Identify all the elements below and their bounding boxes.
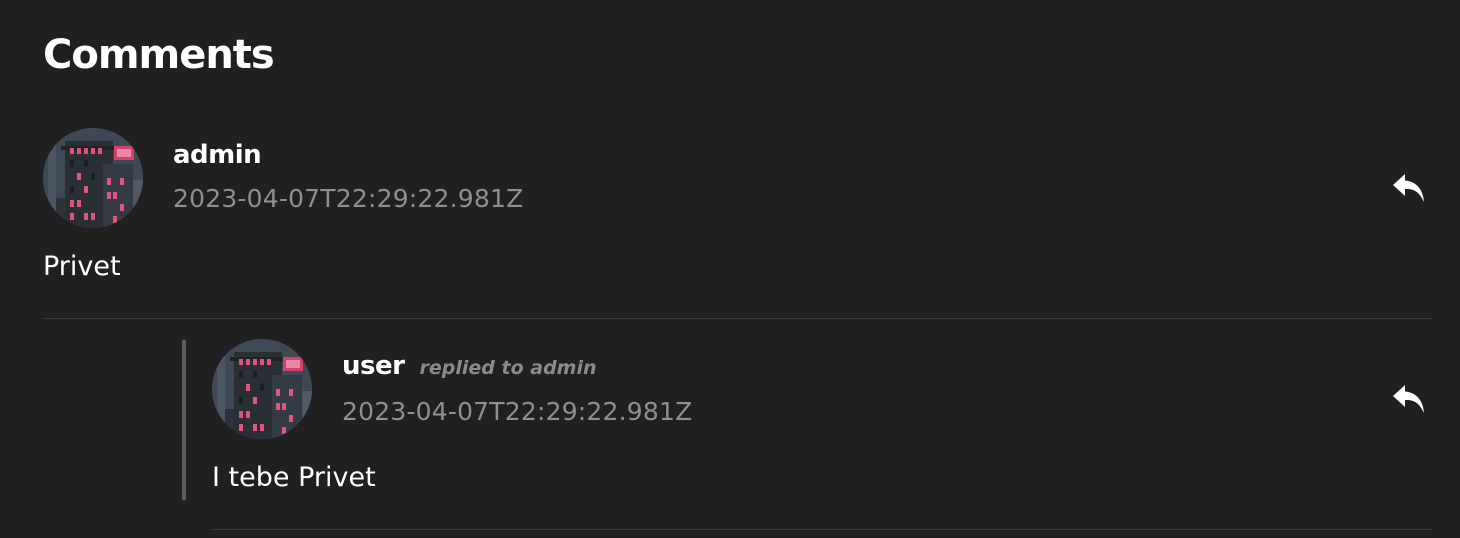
user-avatar[interactable] xyxy=(212,339,312,439)
city-building-avatar-icon xyxy=(212,339,312,439)
reply-arrow-icon xyxy=(1393,174,1424,202)
comment-author[interactable]: admin xyxy=(173,140,262,170)
comment-timestamp: 2023-04-07T22:29:22.981Z xyxy=(173,184,524,213)
user-avatar[interactable] xyxy=(43,128,143,228)
comment-author-line: admin xyxy=(173,140,523,170)
comment-author[interactable]: user xyxy=(342,351,405,381)
replied-to-label: replied to admin xyxy=(419,357,597,379)
comment-timestamp: 2023-04-07T22:29:22.981Z xyxy=(342,397,693,426)
comment-meta: admin 2023-04-07T22:29:22.981Z xyxy=(173,140,523,214)
comment-divider xyxy=(43,318,1433,319)
comment-divider xyxy=(212,529,1433,530)
comment-body: Privet xyxy=(43,251,121,282)
reply-button[interactable] xyxy=(1391,172,1427,204)
comment-meta: user replied to admin 2023-04-07T22:29:2… xyxy=(342,351,692,427)
reply-comment-item: user replied to admin 2023-04-07T22:29:2… xyxy=(212,339,1433,530)
city-building-avatar-icon xyxy=(43,128,143,228)
reply-arrow-icon xyxy=(1393,385,1424,413)
reply-thread-line xyxy=(182,340,186,500)
reply-button[interactable] xyxy=(1391,383,1427,415)
comment-item: admin 2023-04-07T22:29:22.981Z Privet xyxy=(43,128,1433,319)
comment-author-line: user replied to admin xyxy=(342,351,692,383)
comments-section: Comments admin 2023-04-07T22:29:22.981Z … xyxy=(0,0,1460,538)
comment-body: I tebe Privet xyxy=(212,462,376,493)
comments-heading: Comments xyxy=(43,32,275,78)
